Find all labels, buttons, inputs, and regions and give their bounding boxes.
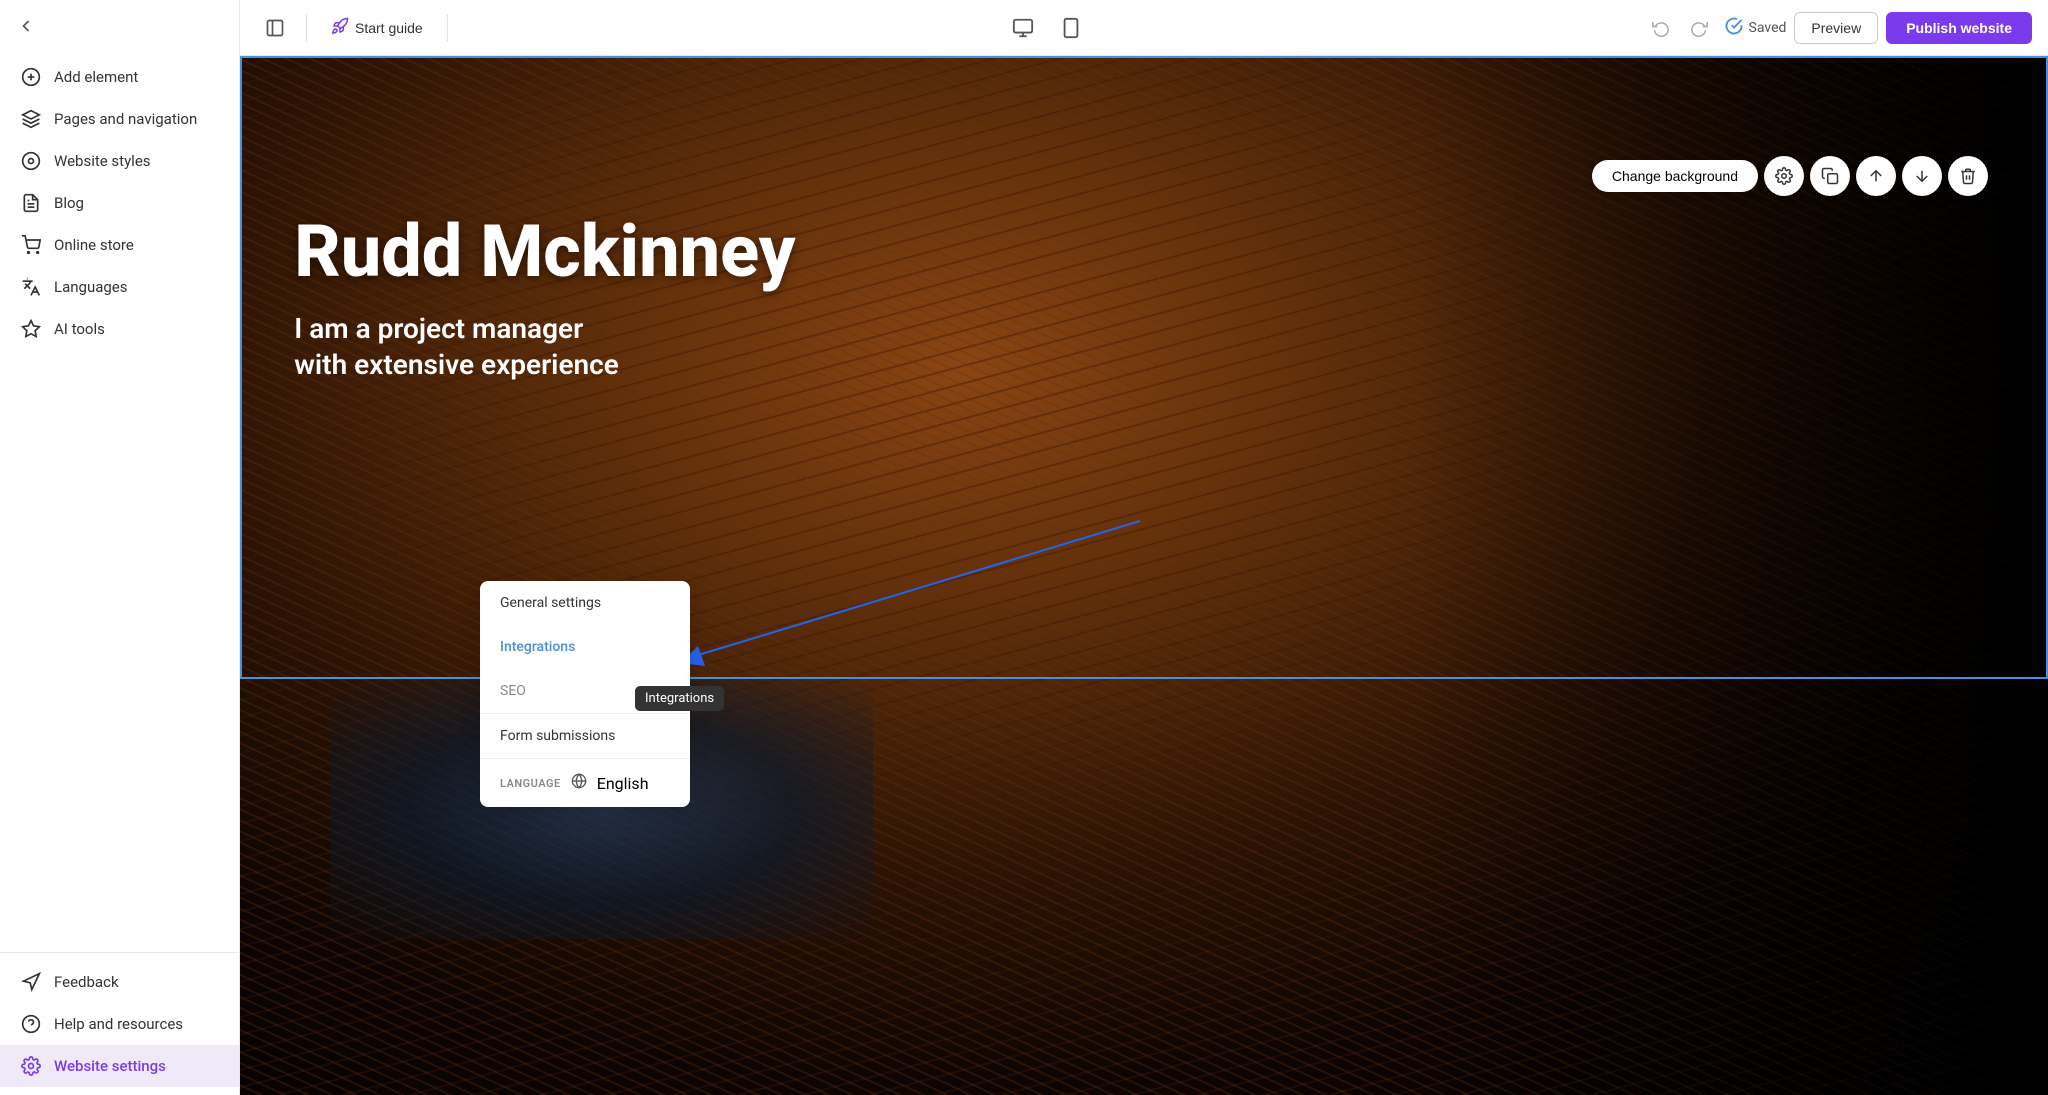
canvas-dark-right <box>1415 56 2048 1095</box>
topbar-right: Saved Preview Publish website <box>1643 10 2032 46</box>
tooltip-label: Integrations <box>645 691 714 706</box>
dropdown-item-integrations[interactable]: Integrations <box>480 625 690 669</box>
undo-redo-group <box>1643 10 1717 46</box>
topbar-divider-1 <box>306 14 307 42</box>
plus-circle-icon <box>20 66 42 88</box>
sidebar-item-styles-label: Website styles <box>54 152 151 170</box>
sidebar-item-help-label: Help and resources <box>54 1015 183 1033</box>
dropdown-seo-label: SEO <box>500 683 526 699</box>
sparkle-icon <box>20 318 42 340</box>
hero-subtitle-line1: I am a project manager <box>294 312 583 345</box>
publish-button[interactable]: Publish website <box>1886 12 2032 44</box>
sidebar-item-website-settings[interactable]: Website settings <box>0 1045 239 1087</box>
hero-section[interactable]: Rudd Mckinney I am a project manager wit… <box>294 212 795 384</box>
dropdown-language-value: English <box>597 774 649 793</box>
file-text-icon <box>20 192 42 214</box>
topbar-divider-2 <box>447 14 448 42</box>
layers-icon <box>20 108 42 130</box>
sidebar-item-languages[interactable]: Languages <box>0 266 239 308</box>
topbar: Start guide <box>240 0 2048 56</box>
change-bg-label: Change background <box>1612 168 1738 184</box>
sidebar-item-ai-tools-label: AI tools <box>54 320 105 338</box>
desktop-device-button[interactable] <box>1005 10 1041 46</box>
preview-button[interactable]: Preview <box>1794 12 1878 44</box>
undo-button[interactable] <box>1643 10 1679 46</box>
saved-label: Saved <box>1749 20 1787 36</box>
sidebar-item-help[interactable]: Help and resources <box>0 1003 239 1045</box>
sidebar-item-feedback-label: Feedback <box>54 973 119 991</box>
dropdown-form-submissions-label: Form submissions <box>500 728 615 744</box>
cart-icon <box>20 234 42 256</box>
gear-icon <box>20 1055 42 1077</box>
panel-toggle-button[interactable] <box>256 9 294 47</box>
sidebar-item-website-styles[interactable]: Website styles <box>0 140 239 182</box>
hero-subtitle-line2: with extensive experience <box>294 348 619 381</box>
saved-check-icon <box>1725 17 1743 39</box>
sidebar-item-pages-label: Pages and navigation <box>54 110 197 128</box>
sidebar-item-store-label: Online store <box>54 236 134 254</box>
help-circle-icon <box>20 1013 42 1035</box>
sidebar-item-online-store[interactable]: Online store <box>0 224 239 266</box>
sidebar: Add element Pages and navigation Website… <box>0 0 240 1095</box>
sidebar-item-ai-tools[interactable]: AI tools <box>0 308 239 350</box>
start-guide-label: Start guide <box>355 20 423 36</box>
sidebar-bottom: Feedback Help and resources Website s <box>0 952 239 1095</box>
sidebar-item-feedback[interactable]: Feedback <box>0 961 239 1003</box>
back-button[interactable] <box>8 8 44 44</box>
hero-subtitle: I am a project manager with extensive ex… <box>294 311 795 384</box>
dropdown-integrations-label: Integrations <box>500 639 575 655</box>
change-background-button[interactable]: Change background <box>1592 160 1758 192</box>
sidebar-item-blog[interactable]: Blog <box>0 182 239 224</box>
dropdown-general-settings-label: General settings <box>500 595 601 611</box>
dropdown-footer: LANGUAGE English <box>480 759 690 807</box>
dropdown-language-label: LANGUAGE <box>500 777 561 790</box>
floating-toolbar: Change background <box>1592 156 1988 196</box>
settings-toolbar-button[interactable] <box>1764 156 1804 196</box>
globe-icon <box>571 773 587 793</box>
integrations-tooltip: Integrations <box>635 686 724 711</box>
megaphone-icon <box>20 971 42 993</box>
sidebar-item-blog-label: Blog <box>54 194 84 212</box>
sidebar-item-pages-navigation[interactable]: Pages and navigation <box>0 98 239 140</box>
mobile-device-button[interactable] <box>1053 10 1089 46</box>
sidebar-item-settings-label: Website settings <box>54 1057 166 1075</box>
sidebar-item-add-element-label: Add element <box>54 68 138 86</box>
saved-indicator: Saved <box>1725 17 1787 39</box>
dropdown-item-form-submissions[interactable]: Form submissions <box>480 714 690 758</box>
dropdown-item-general-settings[interactable]: General settings <box>480 581 690 625</box>
sidebar-item-languages-label: Languages <box>54 278 128 296</box>
delete-toolbar-button[interactable] <box>1948 156 1988 196</box>
redo-button[interactable] <box>1681 10 1717 46</box>
move-up-toolbar-button[interactable] <box>1856 156 1896 196</box>
canvas[interactable]: Rudd Mckinney I am a project manager wit… <box>240 56 2048 1095</box>
duplicate-toolbar-button[interactable] <box>1810 156 1850 196</box>
publish-label: Publish website <box>1906 20 2012 36</box>
hero-title[interactable]: Rudd Mckinney <box>294 212 795 291</box>
sidebar-item-add-element[interactable]: Add element <box>0 56 239 98</box>
preview-label: Preview <box>1811 20 1861 36</box>
rocket-icon <box>331 17 349 38</box>
device-switcher <box>460 10 1635 46</box>
translate-icon <box>20 276 42 298</box>
main-content: Rudd Mckinney I am a project manager wit… <box>240 56 2048 1095</box>
palette-icon <box>20 150 42 172</box>
start-guide-button[interactable]: Start guide <box>319 11 435 44</box>
move-down-toolbar-button[interactable] <box>1902 156 1942 196</box>
